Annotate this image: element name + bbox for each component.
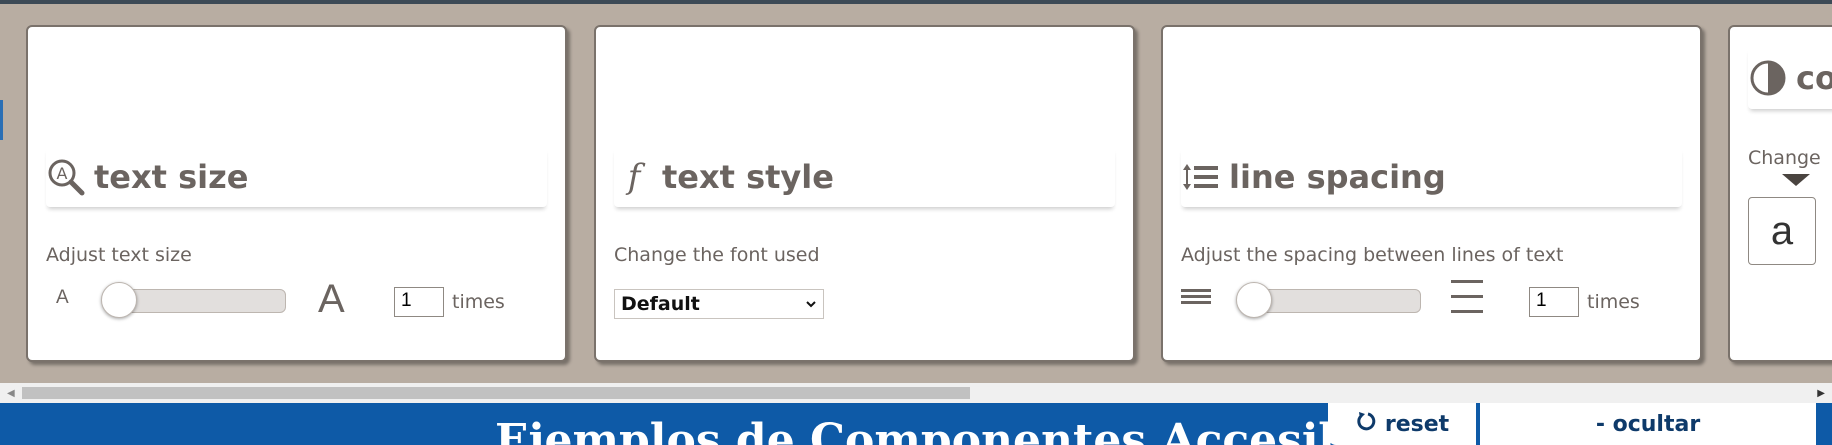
scrollbar-thumb[interactable] — [22, 387, 970, 399]
horizontal-scrollbar[interactable]: ◀ ▶ — [0, 383, 1832, 403]
line-spacing-header: line spacing — [1181, 147, 1682, 207]
line-spacing-description: Adjust the spacing between lines of text — [1181, 244, 1564, 266]
scroll-left-icon[interactable]: ◀ — [7, 388, 15, 399]
small-a-glyph: A — [56, 287, 69, 308]
line-spacing-unit: times — [1587, 291, 1640, 313]
line-spacing-slider-thumb[interactable] — [1236, 282, 1272, 318]
left-edge-strip — [0, 100, 3, 140]
italic-f-icon: f — [614, 157, 654, 197]
chevron-down-icon — [805, 293, 817, 315]
text-style-card: f text style Change the font used Defaul… — [594, 25, 1135, 362]
text-style-description: Change the font used — [614, 244, 820, 266]
line-spacing-title: line spacing — [1229, 158, 1446, 196]
top-border — [0, 0, 1832, 4]
text-size-controls: A A 1 times — [46, 277, 546, 327]
line-spacing-icon — [1181, 157, 1221, 197]
rotate-icon — [1355, 410, 1377, 438]
text-size-input[interactable]: 1 — [394, 287, 444, 317]
text-style-title: text style — [662, 158, 834, 196]
contrast-sample-glyph: a — [1770, 208, 1794, 253]
contrast-card: co Change a — [1728, 25, 1832, 362]
svg-text:A: A — [57, 164, 68, 183]
text-size-unit: times — [452, 291, 505, 313]
text-size-description: Adjust text size — [46, 244, 192, 266]
svg-text:f: f — [625, 158, 646, 196]
contrast-title: co — [1796, 59, 1832, 97]
text-style-header: f text style — [614, 147, 1115, 207]
hide-label: - ocultar — [1595, 411, 1701, 437]
contrast-icon — [1748, 58, 1788, 98]
banner-title: Ejemplos de Componentes Accesibles — [495, 415, 1419, 445]
magnifier-a-icon: A — [46, 157, 86, 197]
reset-button[interactable]: reset — [1328, 403, 1476, 445]
text-size-slider-thumb[interactable] — [101, 282, 137, 318]
contrast-sample-button[interactable]: a — [1748, 197, 1816, 265]
line-spacing-card: line spacing Adjust the spacing between … — [1161, 25, 1702, 362]
narrow-lines-icon — [1181, 285, 1211, 314]
caret-down-icon — [1782, 174, 1810, 186]
contrast-description: Change — [1748, 147, 1821, 169]
line-spacing-controls: 1 times — [1181, 277, 1681, 327]
font-select[interactable]: Default — [614, 289, 824, 319]
contrast-header: co — [1748, 47, 1832, 109]
text-size-header: A text size — [46, 147, 547, 207]
hide-button[interactable]: - ocultar — [1480, 403, 1816, 445]
large-a-glyph: A — [318, 277, 345, 321]
text-size-card: A text size Adjust text size A A 1 times — [26, 25, 567, 362]
reset-label: reset — [1384, 411, 1450, 437]
font-select-value: Default — [621, 293, 700, 315]
wide-lines-icon — [1451, 277, 1483, 322]
scroll-right-icon[interactable]: ▶ — [1817, 388, 1825, 399]
line-spacing-input[interactable]: 1 — [1529, 287, 1579, 317]
text-size-title: text size — [94, 158, 249, 196]
